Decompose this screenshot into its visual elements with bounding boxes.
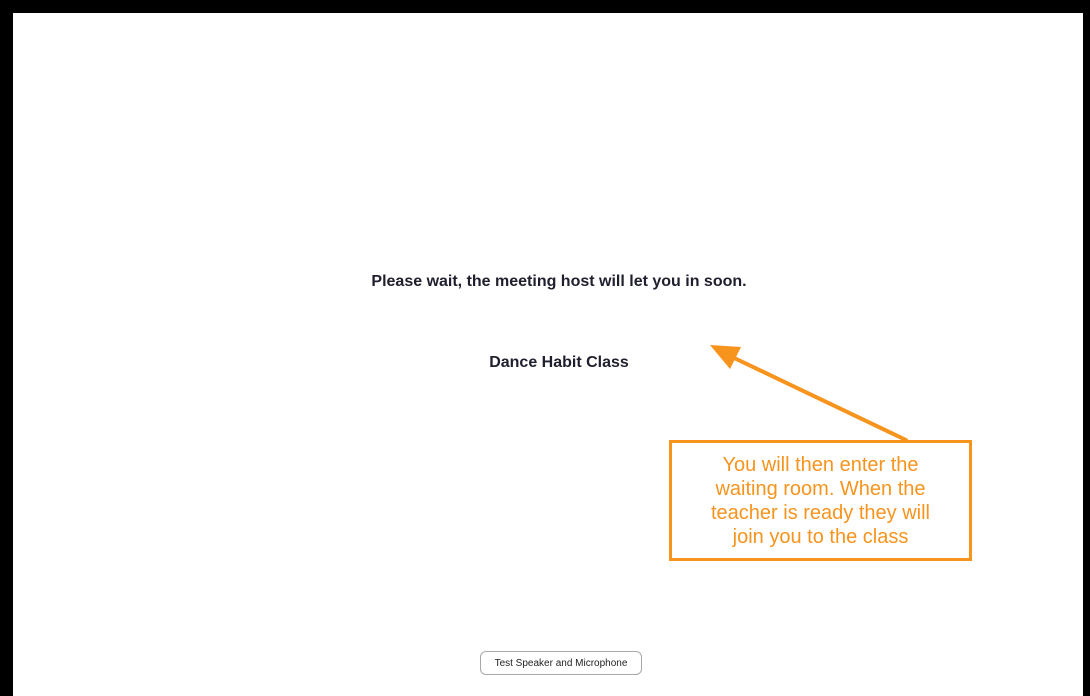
app-window — [0, 0, 1090, 696]
test-speaker-microphone-button[interactable]: Test Speaker and Microphone — [480, 651, 642, 675]
meeting-title: Dance Habit Class — [489, 354, 629, 371]
annotation-line: teacher is ready they will — [711, 502, 930, 524]
annotation-line: join you to the class — [732, 526, 909, 548]
annotation-callout: You will then enter the waiting room. Wh… — [669, 440, 972, 561]
waiting-message: Please wait, the meeting host will let y… — [371, 273, 747, 290]
annotation-line: You will then enter the — [722, 454, 919, 476]
annotation-line: waiting room. When the — [715, 478, 926, 500]
